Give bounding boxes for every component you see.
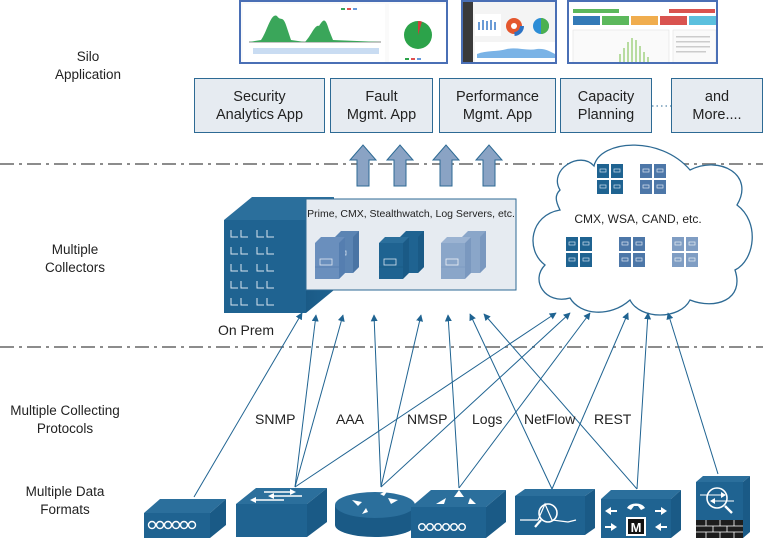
protocol-label-aaa: AAA bbox=[336, 411, 365, 427]
server-pair-icon bbox=[315, 231, 359, 279]
protocol-label-nmsp: NMSP bbox=[407, 411, 448, 427]
server-pair-icon bbox=[441, 231, 486, 279]
up-arrow bbox=[474, 144, 504, 187]
connection-line bbox=[636, 312, 652, 490]
protocol-label-netflow: NetFlow bbox=[524, 411, 576, 427]
up-arrow bbox=[431, 144, 461, 187]
connection-line bbox=[370, 314, 382, 488]
protocol-lines bbox=[193, 312, 719, 498]
protocol-label-snmp: SNMP bbox=[255, 411, 296, 427]
on-prem-servers-caption: Prime, CMX, Stealthwatch, Log Servers, e… bbox=[307, 208, 515, 220]
server-pair-icon bbox=[379, 231, 424, 279]
network-analyzer-icon bbox=[515, 489, 595, 535]
voice-gateway-icon: M bbox=[601, 490, 681, 538]
connection-line bbox=[483, 313, 638, 490]
connection-line bbox=[193, 312, 303, 498]
connection-line bbox=[458, 312, 591, 489]
connection-line bbox=[551, 312, 629, 490]
connection-line bbox=[294, 314, 345, 488]
security-appliance-icon bbox=[696, 476, 750, 538]
switch-icon bbox=[236, 488, 327, 537]
svg-text:M: M bbox=[631, 520, 642, 535]
connection-line bbox=[666, 312, 719, 475]
up-arrow bbox=[348, 144, 378, 187]
connection-line bbox=[444, 314, 460, 489]
connection-line bbox=[380, 314, 423, 488]
on-prem-label: On Prem bbox=[218, 322, 274, 338]
protocol-label-rest: REST bbox=[594, 411, 632, 427]
modem-icon bbox=[144, 499, 226, 538]
connection-line bbox=[380, 312, 571, 488]
diagram-canvas: M Prime, CMX, Stealthwatch, Log Servers,… bbox=[0, 105, 763, 538]
protocol-label-logs: Logs bbox=[472, 411, 503, 427]
connection-line bbox=[294, 314, 319, 488]
cloud-caption: CMX, WSA, CAND, etc. bbox=[574, 212, 701, 226]
router-icon bbox=[335, 490, 415, 537]
up-arrows bbox=[348, 144, 504, 187]
connection-line bbox=[294, 312, 557, 488]
wireless-controller-icon bbox=[411, 490, 506, 538]
up-arrow bbox=[385, 144, 415, 187]
